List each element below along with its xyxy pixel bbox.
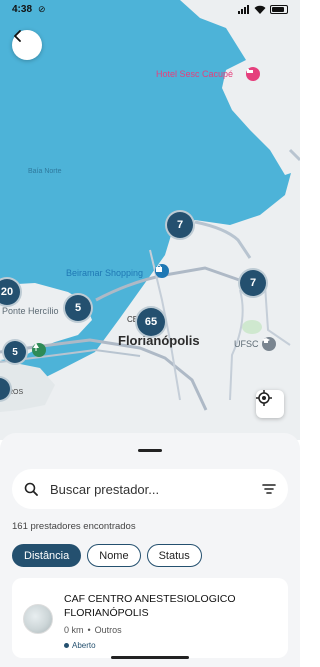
- chevron-left-icon: [14, 30, 21, 42]
- search-input[interactable]: Buscar prestador...: [50, 482, 262, 497]
- provider-category: Outros: [94, 625, 122, 635]
- wifi-icon: [254, 5, 266, 14]
- cluster-marker[interactable]: 5: [63, 293, 93, 323]
- chip-status[interactable]: Status: [146, 544, 202, 567]
- back-button[interactable]: [12, 30, 42, 60]
- status-time: 4:38: [12, 3, 33, 15]
- provider-meta: 0 km • Outros: [64, 625, 122, 635]
- cluster-marker[interactable]: 65: [135, 306, 167, 338]
- provider-status: Aberto: [64, 641, 96, 650]
- drag-handle[interactable]: [138, 449, 162, 452]
- search-icon: [24, 482, 38, 496]
- bay-label: Baía Norte: [28, 168, 62, 175]
- sort-chips: Distância Nome Status: [12, 544, 202, 567]
- crosshair-icon: [256, 390, 272, 406]
- status-icons: [238, 4, 288, 14]
- search-bar[interactable]: Buscar prestador...: [12, 469, 288, 509]
- bridge-label: Ponte Hercílio: [2, 306, 59, 316]
- ufsc-label[interactable]: UFSC: [234, 339, 259, 349]
- map-canvas: [0, 0, 300, 440]
- status-dot-icon: [64, 643, 69, 648]
- signal-icon: [238, 4, 249, 14]
- cluster-marker[interactable]: 7: [238, 268, 268, 298]
- bottom-sheet[interactable]: Buscar prestador... 161 prestadores enco…: [0, 433, 300, 667]
- chip-name[interactable]: Nome: [87, 544, 141, 567]
- cluster-marker[interactable]: 5: [2, 339, 28, 365]
- filter-icon[interactable]: [262, 483, 276, 495]
- mall-label[interactable]: Beiramar Shopping: [66, 268, 143, 278]
- provider-name: CAF CENTRO ANESTESIOLOGICO FLORIANÓPOLIS: [64, 593, 236, 619]
- hotel-label[interactable]: Hotel Sesc Cacupé: [156, 69, 233, 79]
- park-icon[interactable]: [32, 343, 46, 357]
- school-icon[interactable]: [262, 337, 276, 351]
- chip-distance[interactable]: Distância: [12, 544, 82, 567]
- provider-status-label: Aberto: [72, 641, 96, 650]
- dnd-icon: ⊘: [38, 3, 46, 14]
- shopping-bag-icon[interactable]: [155, 264, 169, 278]
- battery-icon: [270, 4, 288, 14]
- provider-avatar: [23, 604, 53, 634]
- hotel-icon[interactable]: [246, 67, 260, 81]
- map-view[interactable]: Hotel Sesc Cacupé Baía Norte Beiramar Sh…: [0, 0, 300, 440]
- provider-distance: 0 km: [64, 625, 84, 635]
- result-count: 161 prestadores encontrados: [12, 521, 136, 532]
- my-location-button[interactable]: [256, 390, 284, 418]
- home-indicator[interactable]: [111, 656, 189, 659]
- cluster-marker[interactable]: 7: [165, 210, 195, 240]
- status-bar: 4:38 ⊘: [0, 0, 300, 18]
- provider-card[interactable]: CAF CENTRO ANESTESIOLOGICO FLORIANÓPOLIS…: [12, 578, 288, 658]
